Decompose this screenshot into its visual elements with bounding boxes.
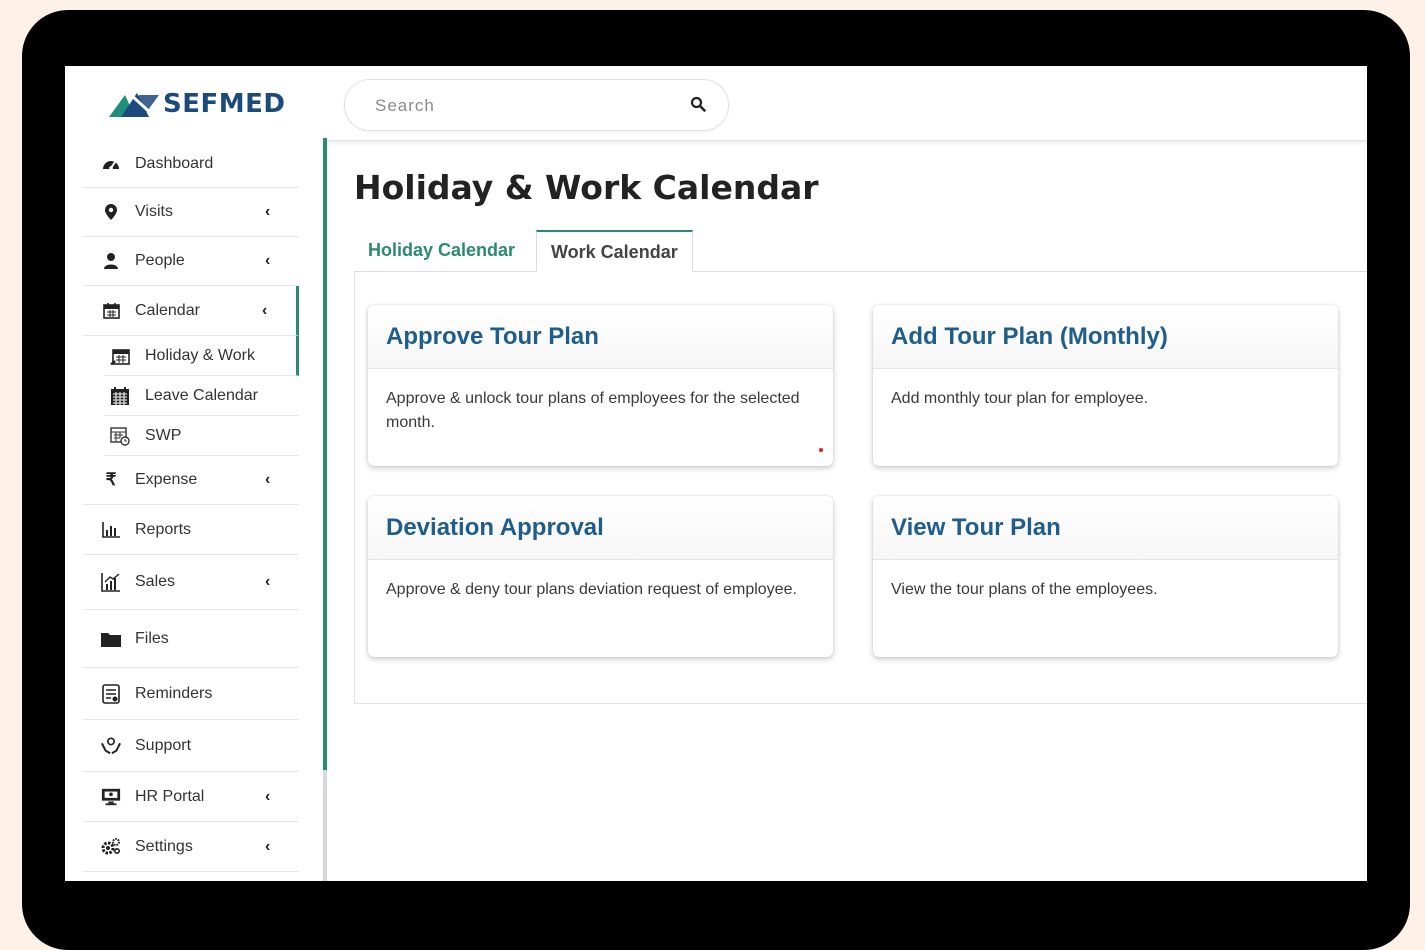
card-description: Approve & deny tour plans deviation requ… (386, 581, 797, 598)
search-box[interactable] (344, 79, 729, 131)
sidebar: Dashboard Visits ‹ People ‹ Calendar ‹ H… (65, 140, 323, 881)
logo-text: SEFMED (163, 89, 286, 119)
sidebar-item-visits[interactable]: Visits ‹ (83, 188, 299, 237)
chevron-left-icon[interactable]: ‹ (265, 252, 275, 270)
top-bar: SEFMED (65, 66, 1367, 141)
chevron-left-icon[interactable]: ‹ (265, 203, 275, 221)
sidebar-subitem-label: Leave Calendar (145, 386, 258, 404)
sidebar-item-hr-portal[interactable]: HR Portal ‹ (83, 772, 299, 822)
sidebar-item-dashboard[interactable]: Dashboard (83, 140, 299, 188)
sidebar-item-label: Dashboard (135, 154, 214, 172)
sidebar-subitem-label: SWP (145, 426, 182, 444)
sidebar-item-files[interactable]: Files (83, 610, 299, 668)
logo-mark-icon (109, 93, 159, 119)
sidebar-item-calendar[interactable]: Calendar ‹ (83, 286, 299, 336)
sidebar-item-reminders[interactable]: Reminders (83, 668, 299, 720)
chevron-left-icon[interactable]: ‹ (262, 302, 272, 320)
card-title[interactable]: View Tour Plan (891, 514, 1061, 542)
gears-icon (101, 837, 121, 857)
chevron-left-icon[interactable]: ‹ (265, 573, 275, 591)
folder-icon (101, 629, 121, 649)
brand-logo[interactable]: SEFMED (109, 88, 285, 120)
sidebar-item-support[interactable]: Support (83, 720, 299, 772)
sidebar-item-sales[interactable]: Sales ‹ (83, 555, 299, 610)
card-title[interactable]: Approve Tour Plan (386, 323, 599, 351)
sidebar-item-label: Visits (135, 203, 173, 220)
card-approve-tour-plan[interactable]: Approve Tour Plan Approve & unlock tour … (368, 305, 833, 466)
chevron-left-icon[interactable]: ‹ (265, 788, 275, 806)
sidebar-item-people[interactable]: People ‹ (83, 237, 299, 286)
sidebar-item-label: Files (135, 629, 169, 647)
tab-bar: Holiday Calendar Work Calendar (354, 230, 1367, 272)
reminder-list-icon (101, 683, 121, 704)
sidebar-item-settings[interactable]: Settings ‹ (83, 822, 299, 872)
card-title[interactable]: Deviation Approval (386, 514, 604, 542)
map-pin-icon (101, 202, 121, 222)
sidebar-item-label: Expense (135, 471, 198, 488)
chevron-left-icon[interactable]: ‹ (265, 838, 275, 856)
tab-work-calendar[interactable]: Work Calendar (536, 230, 693, 272)
support-hands-icon (101, 736, 121, 756)
page-title: Holiday & Work Calendar (354, 168, 819, 207)
app-screen: SEFMED Dashboard Visits ‹ (65, 66, 1367, 881)
sidebar-subitem-holiday-work[interactable]: Holiday & Work (105, 336, 299, 376)
sidebar-item-label: Support (135, 736, 192, 754)
calendar-grid-icon (109, 386, 131, 406)
card-view-tour-plan[interactable]: View Tour Plan View the tour plans of th… (873, 496, 1338, 657)
search-icon[interactable] (690, 96, 706, 117)
sidebar-item-label: Calendar (135, 301, 200, 319)
rupee-icon: ₹ (105, 470, 117, 489)
sidebar-item-label: HR Portal (135, 787, 205, 805)
card-deviation-approval[interactable]: Deviation Approval Approve & deny tour p… (368, 496, 833, 657)
card-description: Approve & unlock tour plans of employees… (386, 390, 800, 431)
calendar-edit-icon (109, 346, 131, 366)
sidebar-item-label: Sales (135, 573, 176, 590)
dashboard-icon (101, 154, 121, 174)
search-input[interactable] (373, 93, 677, 119)
tab-holiday-calendar[interactable]: Holiday Calendar (354, 230, 529, 271)
sidebar-item-label: Reports (135, 520, 192, 538)
sidebar-subitem-swp[interactable]: SWP (105, 416, 299, 456)
calendar-icon (101, 301, 121, 321)
sidebar-item-expense[interactable]: ₹ Expense ‹ (83, 456, 299, 505)
sales-chart-icon (101, 572, 121, 592)
card-title[interactable]: Add Tour Plan (Monthly) (891, 323, 1168, 351)
main-content: Holiday & Work Calendar Holiday Calendar… (327, 140, 1367, 881)
card-add-tour-plan-monthly[interactable]: Add Tour Plan (Monthly) Add monthly tour… (873, 305, 1338, 466)
user-icon (101, 251, 121, 271)
card-description: View the tour plans of the employees. (891, 581, 1158, 598)
card-description: Add monthly tour plan for employee. (891, 390, 1149, 407)
calendar-clock-icon (109, 426, 131, 446)
bar-chart-icon (101, 520, 121, 540)
sidebar-subitem-leave-calendar[interactable]: Leave Calendar (105, 376, 299, 416)
sidebar-item-reports[interactable]: Reports (83, 505, 299, 555)
sidebar-item-label: Settings (135, 837, 193, 855)
notification-dot (819, 448, 823, 452)
sidebar-item-label: Reminders (135, 684, 213, 702)
sidebar-item-label: People (135, 252, 185, 269)
monitor-icon (101, 787, 121, 807)
sidebar-subitem-label: Holiday & Work (145, 346, 255, 364)
chevron-left-icon[interactable]: ‹ (265, 471, 275, 489)
